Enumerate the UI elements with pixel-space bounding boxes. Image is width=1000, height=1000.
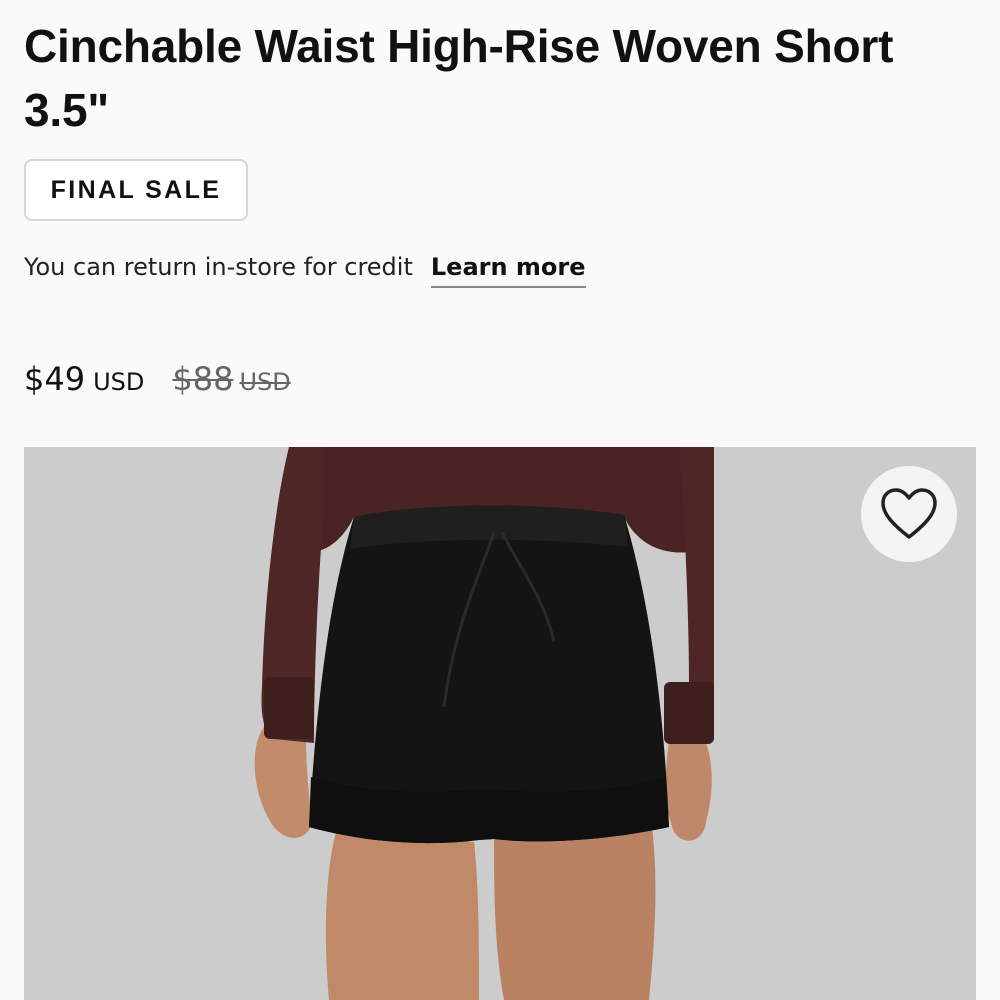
- final-sale-badge: FINAL SALE: [24, 159, 248, 221]
- return-policy-row: You can return in-store for credit Learn…: [24, 250, 586, 290]
- product-title: Cinchable Waist High-Rise Woven Short 3.…: [24, 20, 894, 136]
- current-price: $49: [24, 360, 86, 398]
- favorite-button[interactable]: [861, 466, 957, 562]
- price-row: $49 USD $88 USD: [24, 360, 291, 398]
- heart-outline-icon: [881, 488, 937, 539]
- original-price: $88 USD: [172, 360, 290, 398]
- original-price-amount: $88: [172, 360, 234, 398]
- learn-more-link[interactable]: Learn more: [430, 250, 586, 288]
- original-price-currency: USD: [239, 368, 291, 396]
- current-price-currency: USD: [93, 368, 145, 396]
- return-policy-text: You can return in-store for credit: [24, 253, 413, 281]
- product-photo-illustration: [24, 447, 976, 1000]
- product-image[interactable]: [24, 447, 976, 1000]
